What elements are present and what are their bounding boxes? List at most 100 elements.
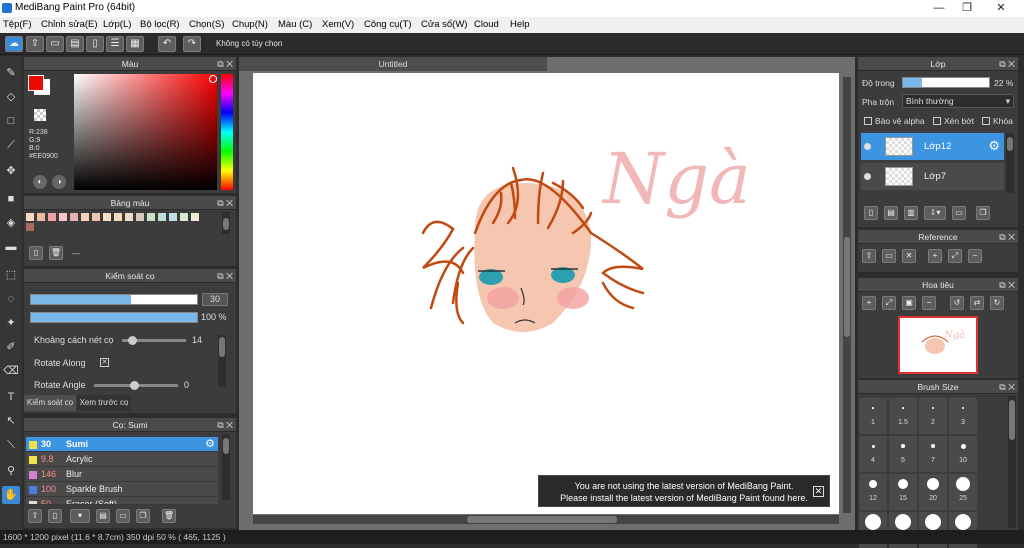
brush-size-option[interactable]: 25 <box>949 474 977 510</box>
panel-controls-icon[interactable]: ⧉ ✕ <box>217 269 233 283</box>
nav-actual-icon[interactable]: ▣ <box>902 296 916 310</box>
select-eraser-tool-icon[interactable]: ⌫ <box>2 362 20 380</box>
brush-opacity-slider[interactable] <box>30 312 198 323</box>
lock-checkbox[interactable] <box>982 117 990 125</box>
brush-size-option[interactable]: 3 <box>949 398 977 434</box>
visibility-icon[interactable] <box>864 173 871 180</box>
layer-row-1[interactable]: Lớp12 ⚙ <box>861 133 1004 160</box>
brush-size-option[interactable]: 1 <box>859 398 887 434</box>
brush-item[interactable]: 30 Sumi ⚙ <box>26 437 218 452</box>
list-icon[interactable]: ☰ <box>106 36 124 52</box>
nav-zoom-out-icon[interactable]: − <box>922 296 936 310</box>
new-halftone-layer-icon[interactable]: ▤ <box>884 206 898 220</box>
brush-control-scrollbar[interactable] <box>218 335 226 387</box>
grid-icon[interactable]: ▦ <box>126 36 144 52</box>
palette-mode-icon[interactable]: ◐ <box>33 175 47 189</box>
message-icon[interactable]: ▤ <box>66 36 84 52</box>
brush-size-slider[interactable] <box>30 294 198 305</box>
menu-capture[interactable]: Chụp(N) <box>232 19 268 30</box>
menu-window[interactable]: Cửa sổ(W) <box>421 19 467 30</box>
rotate-angle-slider[interactable] <box>94 381 178 390</box>
tab-brush-control[interactable]: Kiểm soát cọ <box>24 395 76 411</box>
cloud-icon[interactable]: ☁ <box>5 36 23 52</box>
nav-zoom-in-icon[interactable]: + <box>862 296 876 310</box>
close-notice-icon[interactable]: ✕ <box>813 486 824 497</box>
new-palette-icon[interactable]: ▯ <box>29 246 43 260</box>
divide-tool-icon[interactable]: ⟍ <box>2 436 20 454</box>
panel-controls-icon[interactable]: ⧉ ✕ <box>999 57 1015 71</box>
nav-fit-icon[interactable]: ⤢ <box>882 296 896 310</box>
redo-icon[interactable]: ↷ <box>183 36 201 52</box>
fill-rect-tool-icon[interactable]: ■ <box>2 190 20 208</box>
hand-tool-icon[interactable]: ✋ <box>2 486 20 504</box>
palette-swatch[interactable] <box>125 213 133 221</box>
blend-mode-select[interactable]: Bình thường ▾ <box>902 94 1014 108</box>
palette-swatch[interactable] <box>114 213 122 221</box>
navigator-preview[interactable]: Ngà <box>898 316 978 374</box>
gradient-tool-icon[interactable]: ▬ <box>2 238 20 256</box>
brush-list-scrollbar[interactable] <box>222 434 230 500</box>
color-picker-cursor[interactable] <box>209 75 217 83</box>
zoom-in-icon[interactable]: + <box>928 249 942 263</box>
palette-swatch[interactable] <box>70 213 78 221</box>
layer-row-2[interactable]: Lớp7 <box>861 163 1004 190</box>
panel-controls-icon[interactable]: ⧉ ✕ <box>217 57 233 71</box>
panel-controls-icon[interactable]: ⧉ ✕ <box>217 418 233 432</box>
upload-reference-icon[interactable]: ⇧ <box>862 249 876 263</box>
upload-icon[interactable]: ⇧ <box>26 36 44 52</box>
drawing-canvas[interactable]: Ngà <box>253 73 839 514</box>
eyedropper-tool-icon[interactable]: ⚲ <box>2 462 20 480</box>
palette-swatch[interactable] <box>180 213 188 221</box>
palette-swatch[interactable] <box>136 213 144 221</box>
menu-color[interactable]: Màu (C) <box>278 19 312 30</box>
lasso-tool-icon[interactable]: ◌ <box>2 290 20 308</box>
visibility-icon[interactable] <box>864 143 871 150</box>
panel-controls-icon[interactable]: ⧉ ✕ <box>999 380 1015 394</box>
magic-wand-tool-icon[interactable]: ✦ <box>2 314 20 332</box>
saturation-value-picker[interactable] <box>74 74 217 190</box>
menu-edit[interactable]: Chỉnh sửa(E) <box>41 19 98 30</box>
palette-swatch[interactable] <box>37 213 45 221</box>
new-layer-icon[interactable]: ▯ <box>864 206 878 220</box>
palette-swatch[interactable] <box>26 213 34 221</box>
panel-controls-icon[interactable]: ⧉ ✕ <box>999 278 1015 292</box>
comment-icon[interactable]: ▭ <box>46 36 64 52</box>
maximize-button[interactable]: ❐ <box>952 1 982 16</box>
clipping-checkbox[interactable] <box>933 117 941 125</box>
brush-item[interactable]: 9.8 Acrylic <box>26 452 218 467</box>
menu-cloud[interactable]: Cloud <box>474 19 499 30</box>
layer-folder-icon[interactable]: ▭ <box>952 206 966 220</box>
primary-color[interactable] <box>28 75 44 91</box>
menu-help[interactable]: Help <box>510 19 530 30</box>
layer-scrollbar[interactable] <box>1006 133 1014 193</box>
palette-swatch[interactable] <box>169 213 177 221</box>
hue-slider[interactable] <box>221 74 233 190</box>
operation-tool-icon[interactable]: ↖ <box>2 412 20 430</box>
new-brush-icon[interactable]: ▯ <box>48 509 62 523</box>
tab-brush-preview[interactable]: Xem trước cọ <box>77 395 131 411</box>
zoom-out-icon[interactable]: − <box>968 249 982 263</box>
panel-controls-icon[interactable]: ⧉ ✕ <box>217 196 233 210</box>
minimize-button[interactable]: — <box>924 1 954 16</box>
brush-size-option[interactable]: 4 <box>859 436 887 472</box>
page-icon[interactable]: ▯ <box>86 36 104 52</box>
menu-filter[interactable]: Bộ lọc(R) <box>140 19 180 30</box>
layer-menu-icon[interactable]: ⇩▾ <box>924 206 946 220</box>
panel-controls-icon[interactable]: ⧉ ✕ <box>999 230 1015 244</box>
brush-item[interactable]: 100 Sparkle Brush <box>26 482 218 497</box>
eraser-tool-icon[interactable]: ◇ <box>2 88 20 106</box>
menu-tools[interactable]: Công cụ(T) <box>364 19 412 30</box>
brush-size-option[interactable]: 20 <box>919 474 947 510</box>
rotate-left-icon[interactable]: ↺ <box>950 296 964 310</box>
layer-opacity-slider[interactable] <box>902 77 990 88</box>
close-reference-icon[interactable]: ✕ <box>902 249 916 263</box>
folder-icon[interactable]: ▭ <box>116 509 130 523</box>
add-brush-icon[interactable]: ⇧ <box>28 509 42 523</box>
brush-item[interactable]: 50 Eraser (Soft) <box>26 497 218 505</box>
brush-settings-icon[interactable]: ▤ <box>96 509 110 523</box>
menu-select[interactable]: Chọn(S) <box>189 19 224 30</box>
brush-size-option[interactable]: 1.5 <box>889 398 917 434</box>
delete-brush-icon[interactable]: 🗑 <box>162 509 176 523</box>
move-tool-icon[interactable]: ✥ <box>2 162 20 180</box>
update-notice[interactable]: You are not using the latest version of … <box>538 475 830 507</box>
